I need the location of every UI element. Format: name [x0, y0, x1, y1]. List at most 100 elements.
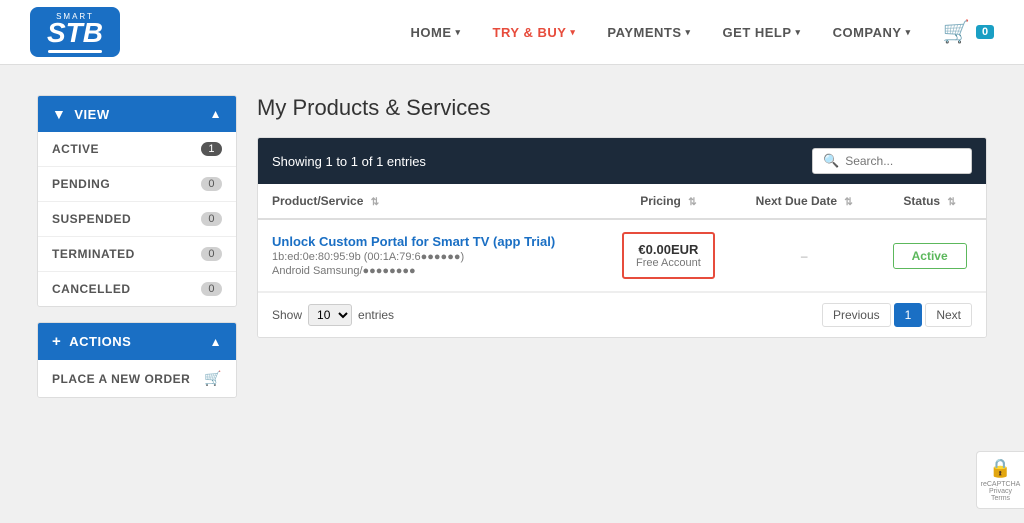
sidebar-pending-label: PENDING: [52, 177, 110, 191]
sidebar-active-badge: 1: [201, 142, 222, 156]
col-status: Status ⇅: [873, 184, 986, 219]
nav-home-chevron: ▾: [456, 27, 461, 38]
nav-links: HOME ▾ TRY & BUY ▾ PAYMENTS ▾ GET HELP ▾…: [395, 0, 927, 65]
pagination: Previous 1 Next: [822, 303, 972, 327]
cart-icon: 🛒: [943, 19, 970, 45]
sidebar-place-order-label: PLACE A NEW ORDER: [52, 372, 190, 386]
pagination-prev[interactable]: Previous: [822, 303, 891, 327]
sidebar-pending-badge: 0: [201, 177, 222, 191]
nav-payments[interactable]: PAYMENTS ▾: [591, 0, 706, 65]
sidebar-view-header-left: ▼ VIEW: [52, 106, 110, 122]
nav-try-buy-chevron: ▾: [570, 27, 575, 38]
sidebar-actions-label: ACTIONS: [69, 334, 131, 349]
col-status-sort[interactable]: ⇅: [947, 197, 955, 208]
sidebar-actions-chevron-icon: ▲: [210, 335, 222, 349]
search-input[interactable]: [845, 154, 961, 168]
cart-small-icon: 🛒: [204, 370, 222, 387]
sidebar-cancelled-badge: 0: [201, 282, 222, 296]
logo-stb-text: STB: [47, 19, 103, 47]
sidebar-terminated-label: TERMINATED: [52, 247, 135, 261]
product-name-link[interactable]: Unlock Custom Portal for Smart TV (app T…: [272, 234, 588, 249]
nav-company-chevron: ▾: [906, 27, 911, 38]
sidebar-actions-header-left: + ACTIONS: [52, 333, 131, 350]
pagination-next[interactable]: Next: [925, 303, 972, 327]
sidebar-view-section: ▼ VIEW ▲ ACTIVE 1 PENDING 0 SUSPENDED 0 …: [37, 95, 237, 307]
cell-product: Unlock Custom Portal for Smart TV (app T…: [258, 219, 602, 292]
nav-home[interactable]: HOME ▾: [395, 0, 477, 65]
col-status-label: Status: [903, 194, 940, 208]
sidebar-view-header: ▼ VIEW ▲: [38, 96, 236, 132]
col-pricing-sort[interactable]: ⇅: [688, 197, 696, 208]
pagination-page-1[interactable]: 1: [894, 303, 923, 327]
sidebar-suspended-badge: 0: [201, 212, 222, 226]
due-date-value: –: [801, 249, 808, 263]
nav-company[interactable]: COMPANY ▾: [817, 0, 927, 65]
entries-select[interactable]: 10 25 50: [308, 304, 352, 326]
plus-icon: +: [52, 333, 61, 350]
col-due-date-label: Next Due Date: [756, 194, 837, 208]
table-row: Unlock Custom Portal for Smart TV (app T…: [258, 219, 986, 292]
col-pricing: Pricing ⇅: [602, 184, 735, 219]
col-due-date-sort[interactable]: ⇅: [844, 197, 852, 208]
nav-get-help-label: GET HELP: [723, 25, 792, 40]
col-product-sort[interactable]: ⇅: [371, 197, 379, 208]
cart-area[interactable]: 🛒 0: [943, 19, 994, 45]
sidebar-item-place-order[interactable]: PLACE A NEW ORDER 🛒: [38, 360, 236, 397]
status-arrow-wrap: Active: [887, 243, 972, 269]
nav-home-label: HOME: [411, 25, 452, 40]
nav-try-buy-label: TRY & BUY: [493, 25, 567, 40]
filter-icon: ▼: [52, 106, 66, 122]
nav-get-help[interactable]: GET HELP ▾: [707, 0, 817, 65]
sidebar-item-terminated[interactable]: TERMINATED 0: [38, 237, 236, 272]
sidebar-item-cancelled[interactable]: CANCELLED 0: [38, 272, 236, 306]
sidebar-actions-section: + ACTIONS ▲ PLACE A NEW ORDER 🛒: [37, 322, 237, 398]
recaptcha-badge: 🔒 reCAPTCHA Privacy Terms: [976, 451, 1024, 509]
sidebar-suspended-label: SUSPENDED: [52, 212, 131, 226]
recaptcha-logo: 🔒: [989, 458, 1011, 479]
cell-status: Active: [873, 219, 986, 292]
entries-label: entries: [358, 308, 394, 322]
red-arrow-annotation: [972, 223, 987, 283]
nav-company-label: COMPANY: [833, 25, 902, 40]
nav-get-help-chevron: ▾: [796, 27, 801, 38]
product-id: 1b:ed:0e:80:95:9b (00:1A:79:6●●●●●●): [272, 251, 588, 263]
cell-due-date: –: [735, 219, 873, 292]
logo-box: SMART STB: [30, 7, 120, 57]
showing-text: Showing 1 to 1 of 1 entries: [272, 154, 426, 169]
pricing-cell: €0.00EUR Free Account: [622, 232, 715, 279]
table-header-row: Product/Service ⇅ Pricing ⇅ Next Due Dat…: [258, 184, 986, 219]
sidebar-terminated-badge: 0: [201, 247, 222, 261]
products-table: Product/Service ⇅ Pricing ⇅ Next Due Dat…: [258, 184, 986, 292]
recaptcha-privacy: Privacy: [989, 488, 1012, 495]
sidebar-item-pending[interactable]: PENDING 0: [38, 167, 236, 202]
col-product-label: Product/Service: [272, 194, 363, 208]
show-label: Show: [272, 308, 302, 322]
sidebar-view-label: VIEW: [74, 107, 109, 122]
sidebar-active-label: ACTIVE: [52, 142, 99, 156]
cart-badge: 0: [976, 25, 994, 39]
status-button[interactable]: Active: [893, 243, 967, 269]
pricing-label: Free Account: [636, 257, 701, 269]
sidebar-item-suspended[interactable]: SUSPENDED 0: [38, 202, 236, 237]
main-content: My Products & Services Showing 1 to 1 of…: [257, 95, 987, 413]
nav-try-buy[interactable]: TRY & BUY ▾: [477, 0, 592, 65]
sidebar: ▼ VIEW ▲ ACTIVE 1 PENDING 0 SUSPENDED 0 …: [37, 95, 237, 413]
sidebar-item-active[interactable]: ACTIVE 1: [38, 132, 236, 167]
sidebar-actions-header: + ACTIONS ▲: [38, 323, 236, 360]
search-box[interactable]: 🔍: [812, 148, 972, 174]
sidebar-cancelled-label: CANCELLED: [52, 282, 131, 296]
col-due-date: Next Due Date ⇅: [735, 184, 873, 219]
pricing-amount: €0.00EUR: [636, 242, 701, 257]
recaptcha-label: reCAPTCHA: [981, 481, 1021, 488]
col-product: Product/Service ⇅: [258, 184, 602, 219]
col-pricing-label: Pricing: [640, 194, 681, 208]
show-entries: Show 10 25 50 entries: [272, 304, 394, 326]
page-title: My Products & Services: [257, 95, 987, 121]
logo[interactable]: SMART STB: [30, 7, 120, 57]
table-footer: Show 10 25 50 entries Previous 1 Next: [258, 292, 986, 337]
search-icon: 🔍: [823, 153, 839, 169]
table-topbar: Showing 1 to 1 of 1 entries 🔍: [258, 138, 986, 184]
logo-dash: [48, 50, 102, 53]
nav-payments-chevron: ▾: [686, 27, 691, 38]
products-table-wrapper: Showing 1 to 1 of 1 entries 🔍 Product/Se…: [257, 137, 987, 338]
